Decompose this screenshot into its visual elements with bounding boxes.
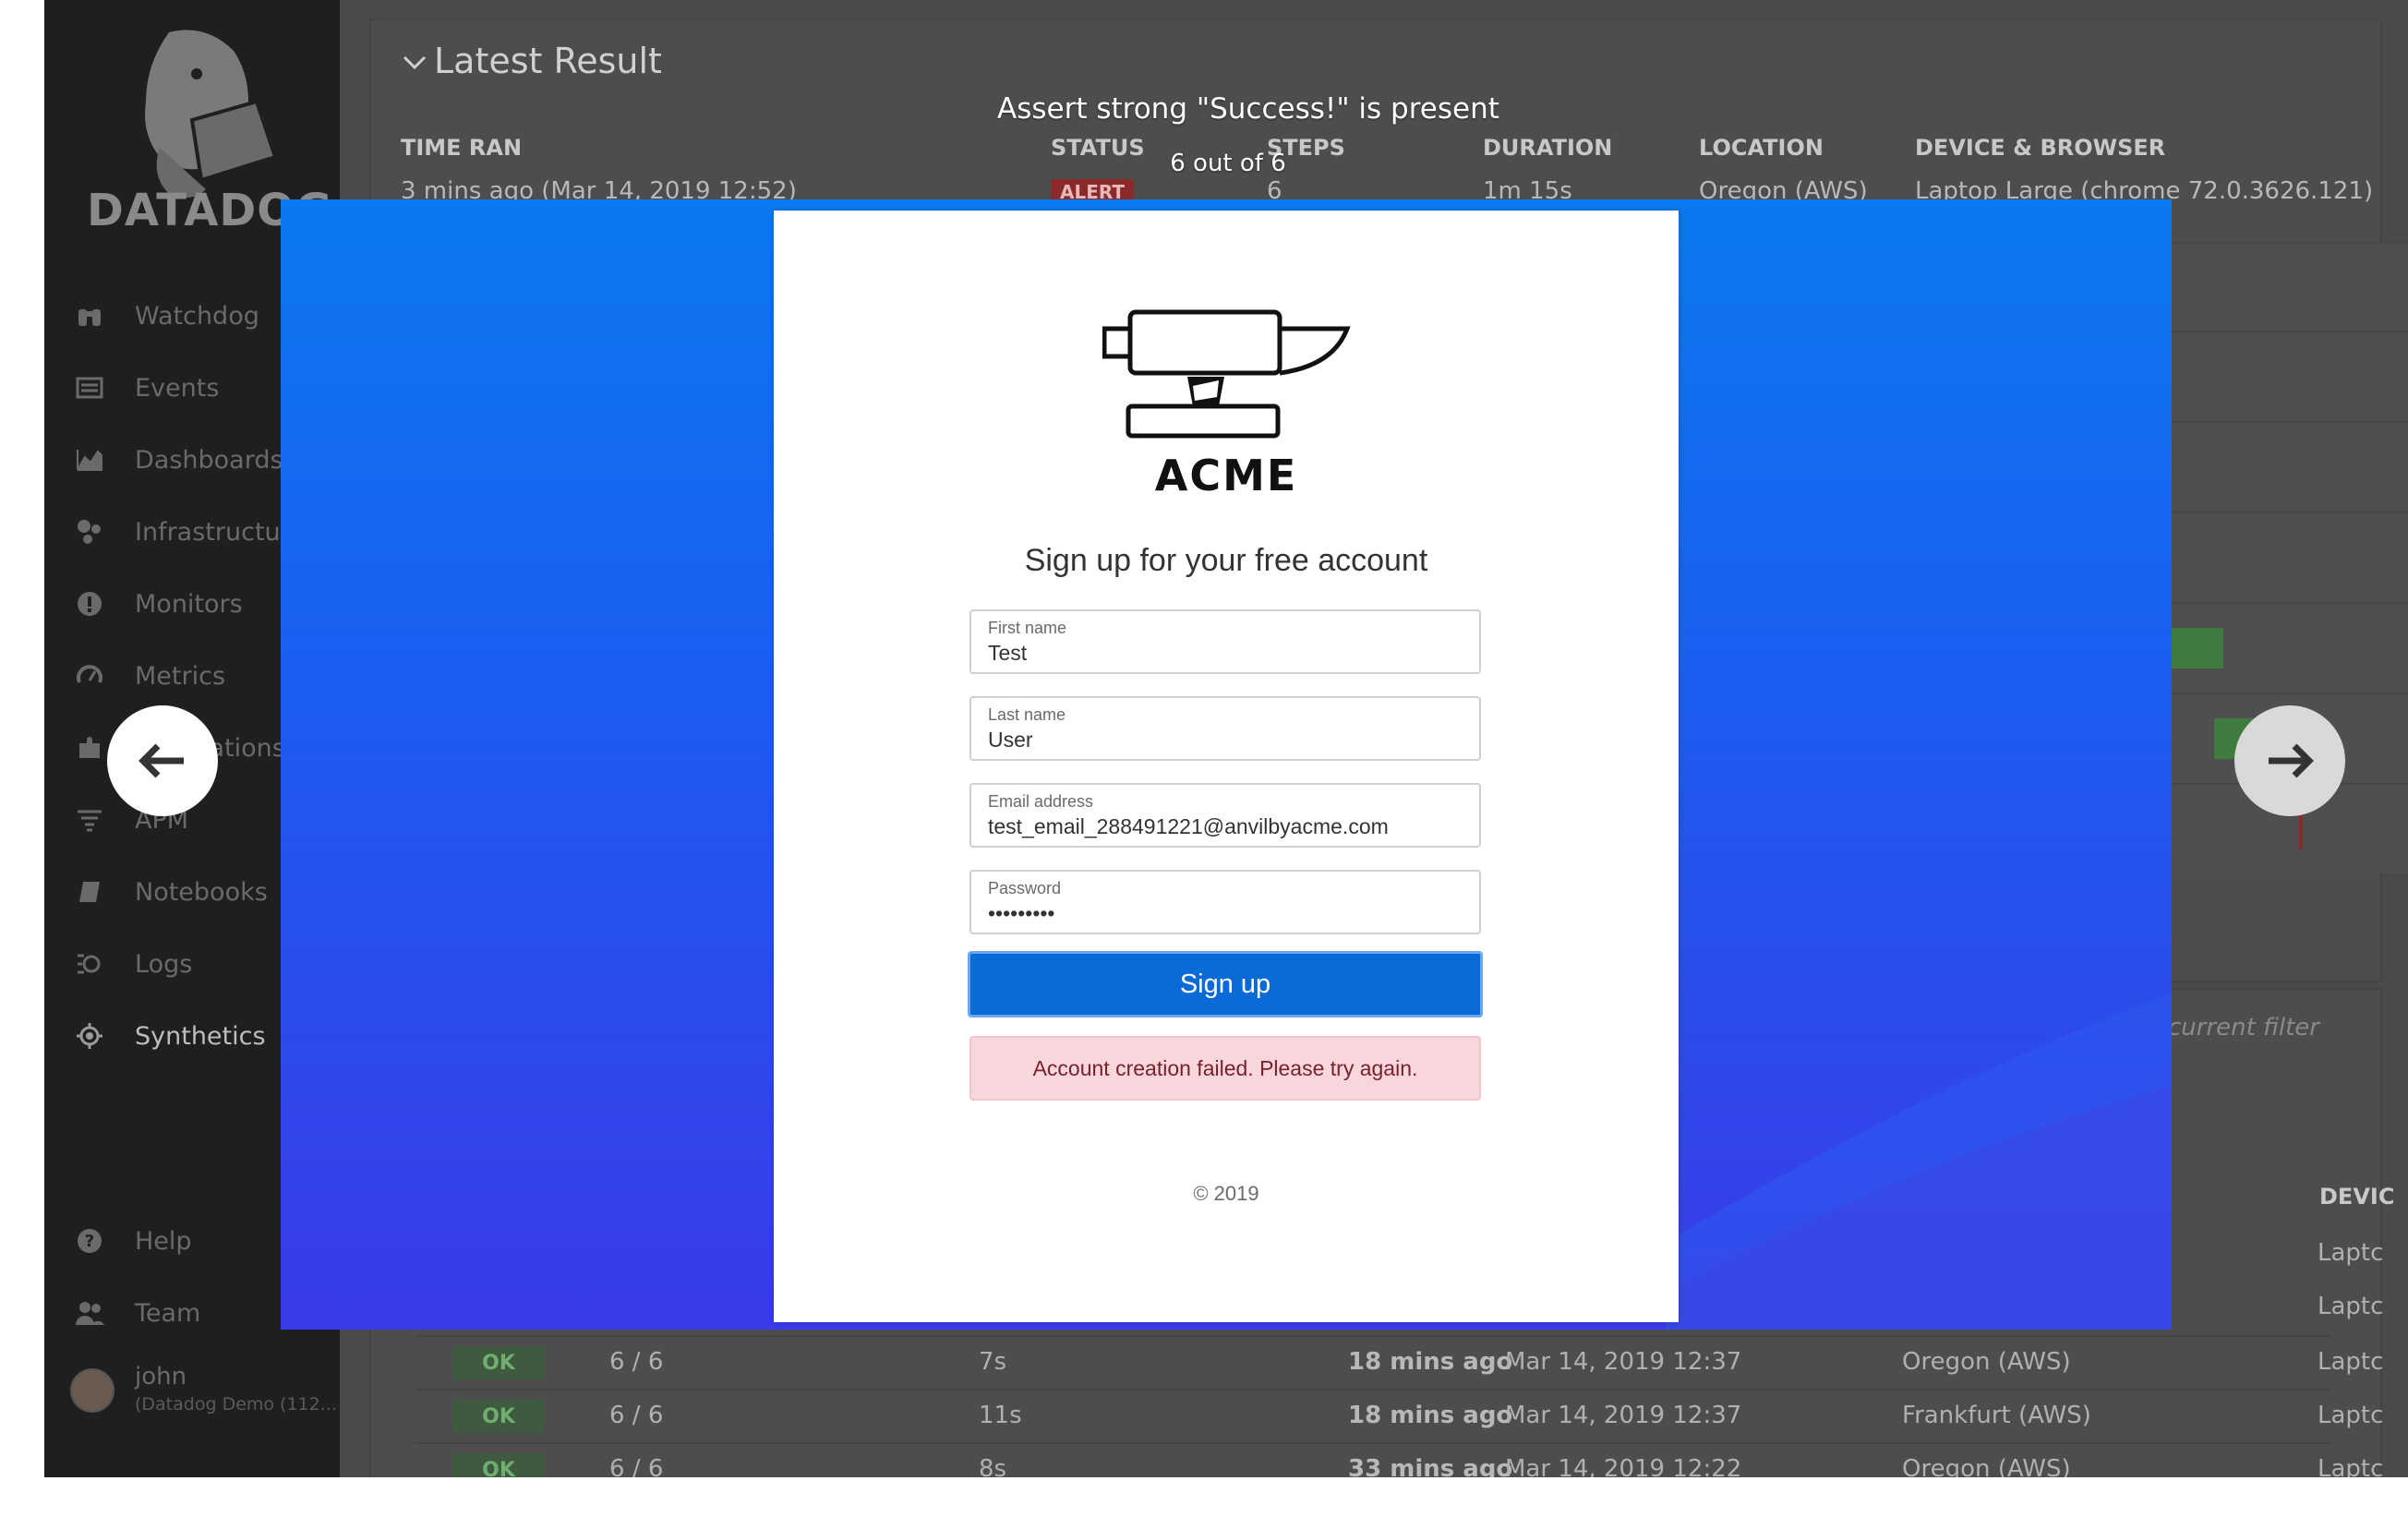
- alert-circle-icon: [74, 588, 105, 620]
- password-field[interactable]: Password: [969, 870, 1481, 934]
- last-name-field[interactable]: Last name: [969, 696, 1481, 761]
- duration-cell: 8s: [979, 1455, 1007, 1477]
- status-badge: OK: [452, 1400, 545, 1433]
- status-badge: OK: [452, 1453, 545, 1477]
- infrastructure-icon: [74, 516, 105, 548]
- duration-cell: 11s: [979, 1402, 1022, 1429]
- col-duration: DURATION: [1483, 135, 1613, 161]
- notebook-icon: [74, 876, 105, 908]
- arrow-left-icon: [138, 743, 184, 778]
- col-location: LOCATION: [1699, 135, 1824, 161]
- sidebar-item-label: Metrics: [135, 661, 226, 691]
- user-name: john: [135, 1363, 187, 1391]
- team-icon: [74, 1297, 105, 1329]
- col-time-ran: TIME RAN: [401, 135, 523, 161]
- first-name-field[interactable]: First name: [969, 609, 1481, 674]
- table-row[interactable]: OK 6 / 6 8s 33 mins ago Mar 14, 2019 12:…: [415, 1442, 2383, 1477]
- device-cell: Laptc: [2318, 1402, 2384, 1429]
- previous-step-button[interactable]: [107, 705, 218, 816]
- logs-icon: [74, 948, 105, 980]
- sidebar-item-label: Dashboards: [135, 445, 283, 475]
- device-cell: Laptc: [2318, 1348, 2384, 1376]
- arrow-right-icon: [2269, 743, 2314, 778]
- device-cell: Laptc: [2318, 1293, 2384, 1320]
- help-icon: ?: [74, 1225, 105, 1257]
- device-cell: Laptc: [2318, 1239, 2384, 1267]
- email-field[interactable]: Email address: [969, 783, 1481, 848]
- field-label: Password: [988, 879, 1062, 897]
- device-cell: Laptc: [2318, 1455, 2384, 1477]
- error-alert: Account creation failed. Please try agai…: [969, 1036, 1481, 1101]
- last-name-input[interactable]: [988, 728, 1450, 752]
- synthetics-icon: [74, 1020, 105, 1052]
- next-step-button[interactable]: [2234, 705, 2345, 816]
- date-cell: Mar 14, 2019 12:37: [1505, 1402, 1742, 1429]
- sidebar-item-label: Events: [135, 373, 220, 403]
- step-title: Assert strong "Success!" is present: [997, 92, 1499, 126]
- email-input[interactable]: [988, 814, 1450, 839]
- location-cell: Oregon (AWS): [1902, 1455, 2071, 1477]
- step-screenshot: ACME Sign up for your free account First…: [281, 199, 2172, 1330]
- col-device-header: DEVIC: [2319, 1184, 2395, 1210]
- ago-cell: 18 mins ago: [1348, 1348, 1513, 1376]
- ago-cell: 33 mins ago: [1348, 1455, 1513, 1477]
- status-badge: OK: [452, 1346, 545, 1379]
- password-input[interactable]: [988, 901, 1450, 926]
- apm-icon: [74, 804, 105, 836]
- steps-cell: 6 / 6: [609, 1455, 664, 1477]
- steps-cell: 6 / 6: [609, 1348, 664, 1376]
- avatar: [70, 1368, 114, 1413]
- svg-text:?: ?: [85, 1232, 94, 1251]
- first-name-input[interactable]: [988, 641, 1450, 666]
- table-row[interactable]: OK 6 / 6 11s 18 mins ago Mar 14, 2019 12…: [415, 1389, 2383, 1442]
- sidebar-item-label: Watchdog: [135, 301, 259, 331]
- signup-button[interactable]: Sign up: [968, 951, 1483, 1017]
- user-org: (Datadog Demo (112...: [135, 1394, 337, 1415]
- signup-card: ACME Sign up for your free account First…: [774, 211, 1679, 1322]
- field-label: Last name: [988, 705, 1066, 724]
- dashboard-chart-icon: [74, 444, 105, 476]
- user-menu[interactable]: john (Datadog Demo (112...: [70, 1357, 338, 1431]
- signup-heading: Sign up for your free account: [1024, 543, 1428, 578]
- latest-result-title: Latest Result: [434, 41, 662, 81]
- sidebar-item-label: Notebooks: [135, 877, 268, 907]
- field-label: First name: [988, 619, 1067, 637]
- col-device: DEVICE & BROWSER: [1915, 135, 2166, 161]
- step-counter: 6 out of 6: [1170, 150, 1286, 177]
- acme-brand: ACME: [1154, 451, 1298, 500]
- sidebar-item-label: Synthetics: [135, 1021, 266, 1051]
- puzzle-icon: [74, 732, 105, 764]
- field-label: Email address: [988, 792, 1094, 811]
- steps-cell: 6 / 6: [609, 1402, 664, 1429]
- sidebar-item-label: Logs: [135, 949, 193, 979]
- date-cell: Mar 14, 2019 12:37: [1505, 1348, 1742, 1376]
- copyright-footer: © 2019: [1193, 1182, 1259, 1205]
- gauge-icon: [74, 660, 105, 692]
- sidebar-item-label: Help: [135, 1226, 192, 1256]
- location-cell: Frankfurt (AWS): [1902, 1402, 2091, 1429]
- duration-cell: 7s: [979, 1348, 1007, 1376]
- location-cell: Oregon (AWS): [1902, 1348, 2071, 1376]
- date-cell: Mar 14, 2019 12:22: [1505, 1455, 1742, 1477]
- binoculars-icon: [74, 300, 105, 331]
- chevron-down-icon[interactable]: [401, 48, 428, 76]
- sidebar-item-label: Team: [135, 1298, 201, 1328]
- events-list-icon: [74, 372, 105, 403]
- ago-cell: 18 mins ago: [1348, 1402, 1513, 1429]
- sidebar-item-label: Monitors: [135, 589, 243, 619]
- table-row[interactable]: OK 6 / 6 7s 18 mins ago Mar 14, 2019 12:…: [415, 1335, 2383, 1389]
- duration-bar: [2168, 628, 2223, 668]
